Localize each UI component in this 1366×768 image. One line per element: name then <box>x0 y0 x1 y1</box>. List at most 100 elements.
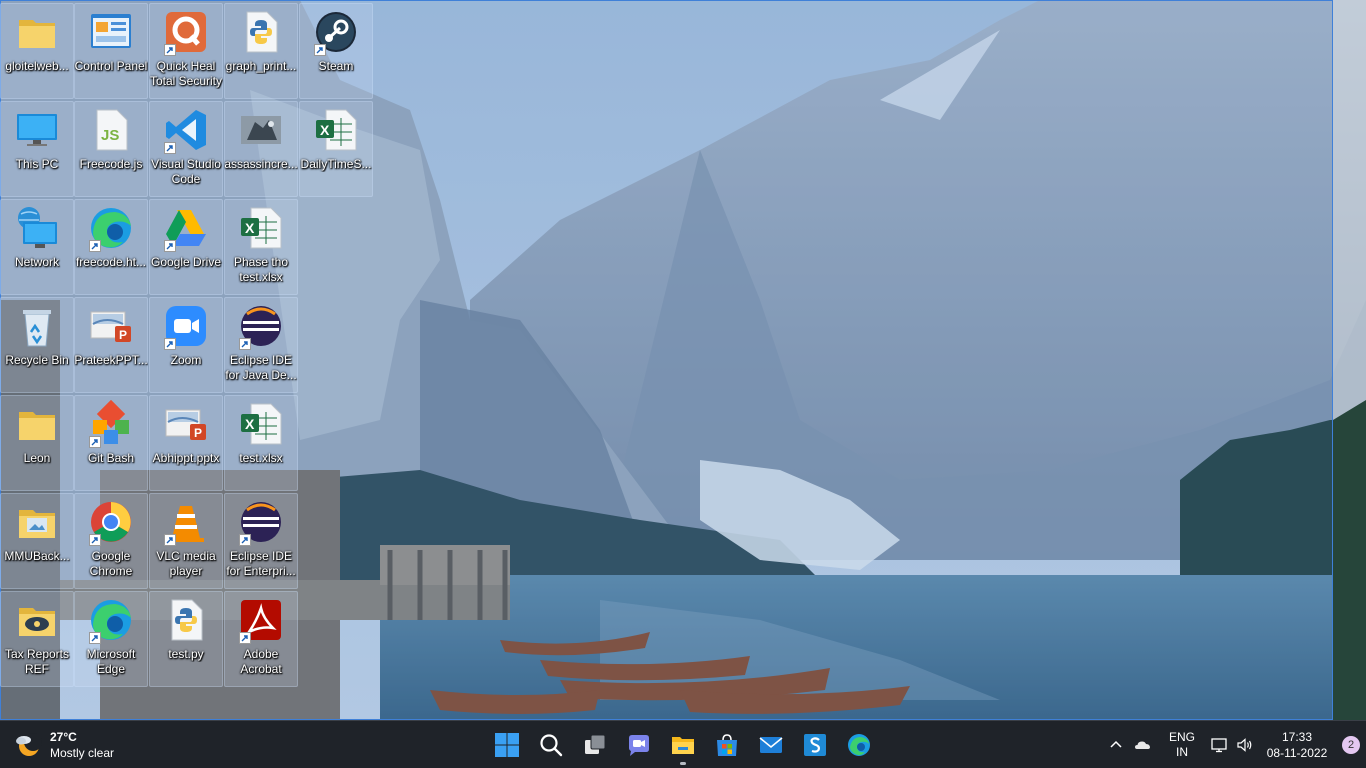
edge-button[interactable] <box>839 725 879 765</box>
steam-icon <box>312 8 360 56</box>
mail-button[interactable] <box>751 725 791 765</box>
desktop-icon-steam[interactable]: Steam <box>299 3 373 99</box>
desktop-icon-label: Git Bash <box>87 451 135 465</box>
weather-condition: Mostly clear <box>50 746 115 760</box>
desktop-icon-abhippt-pptx[interactable]: P Abhippt.pptx <box>149 395 223 491</box>
search-icon <box>540 734 563 757</box>
desktop-icon-label: Freecode.js <box>79 157 143 171</box>
shortcut-arrow-icon <box>89 534 101 546</box>
svg-text:X: X <box>320 122 330 138</box>
desktop-icon-recycle-bin[interactable]: Recycle Bin <box>0 297 74 393</box>
svg-text:P: P <box>119 328 127 342</box>
pinned-app-s-button[interactable] <box>795 725 835 765</box>
chrome-icon <box>87 498 135 546</box>
shortcut-arrow-icon <box>89 436 101 448</box>
desktop-icon-label: Eclipse IDE for Enterpri... <box>226 549 296 578</box>
game-icon <box>237 106 285 154</box>
recycle-bin-icon <box>13 302 61 350</box>
folder-icon <box>13 400 61 448</box>
language-indicator[interactable]: ENG IN <box>1158 721 1206 768</box>
desktop-icon-label: Steam <box>318 59 354 73</box>
desktop-icon-label: Eclipse IDE for Java De... <box>225 353 297 382</box>
google-drive-icon <box>162 204 210 252</box>
shortcut-arrow-icon <box>239 338 251 350</box>
desktop-icon-test-py[interactable]: test.py <box>149 591 223 687</box>
desktop-icon-leon[interactable]: Leon <box>0 395 74 491</box>
file-explorer-icon <box>672 737 694 754</box>
git-bash-icon <box>87 400 135 448</box>
store-icon <box>717 734 737 756</box>
volume-icon <box>1237 738 1252 752</box>
this-pc-icon <box>13 106 61 154</box>
desktop-icon-microsoft-edge[interactable]: Microsoft Edge <box>74 591 148 687</box>
store-button[interactable] <box>707 725 747 765</box>
onedrive-tray-button[interactable] <box>1128 721 1158 768</box>
desktop-icon-label: Google Chrome <box>89 549 133 578</box>
desktop-icon-this-pc[interactable]: This PC <box>0 101 74 197</box>
desktop-icon-quick-heal-total-security[interactable]: Quick Heal Total Security <box>149 3 223 99</box>
desktop-icon-prateekppt[interactable]: P PrateekPPT... <box>74 297 148 393</box>
desktop-icon-mmuback[interactable]: MMUBack... <box>0 493 74 589</box>
search-button[interactable] <box>531 725 571 765</box>
control-panel-icon <box>87 8 135 56</box>
desktop-icon-tax-reports-ref[interactable]: Tax Reports REF <box>0 591 74 687</box>
desktop-icon-label: Zoom <box>170 353 202 367</box>
shortcut-arrow-icon <box>164 44 176 56</box>
network-tray-button[interactable] <box>1206 721 1232 768</box>
desktop-icon-label: Recycle Bin <box>5 353 69 367</box>
shortcut-arrow-icon <box>239 534 251 546</box>
desktop-icon-git-bash[interactable]: Git Bash <box>74 395 148 491</box>
desktop-icon-label: This PC <box>15 157 59 171</box>
eclipse-icon <box>237 302 285 350</box>
desktop-icon-eclipse-ide-for-enterpri[interactable]: Eclipse IDE for Enterpri... <box>224 493 298 589</box>
desktop-icon-graph-print[interactable]: graph_print... <box>224 3 298 99</box>
start-button[interactable] <box>487 725 527 765</box>
desktop-icon-freecode-js[interactable]: JS Freecode.js <box>74 101 148 197</box>
taskbar-apps <box>487 725 879 765</box>
desktop-icon-zoom[interactable]: Zoom <box>149 297 223 393</box>
desktop-icon-freecode-ht[interactable]: freecode.ht... <box>74 199 148 295</box>
desktop[interactable]: gloitelweb... Control Panel Quick Heal Tot… <box>0 0 1366 720</box>
task-view-button[interactable] <box>575 725 615 765</box>
quick-heal-icon <box>162 8 210 56</box>
shortcut-arrow-icon <box>314 44 326 56</box>
desktop-icon-label: Abhippt.pptx <box>152 451 220 465</box>
desktop-icon-label: Google Drive <box>150 255 222 269</box>
task-view-icon <box>585 734 606 754</box>
desktop-icon-phase-tho-test-xlsx[interactable]: X Phase tho test.xlsx <box>224 199 298 295</box>
desktop-icon-label: Adobe Acrobat <box>240 647 282 676</box>
system-tray: ENG IN 17:33 08-11-2022 2 <box>1104 721 1366 768</box>
desktop-icon-visual-studio-code[interactable]: Visual Studio Code <box>149 101 223 197</box>
zoom-icon <box>162 302 210 350</box>
volume-tray-button[interactable] <box>1232 721 1258 768</box>
svg-text:X: X <box>245 220 255 236</box>
weather-widget[interactable]: 27°C Mostly clear <box>14 727 114 763</box>
desktop-icon-gloitelweb[interactable]: gloitelweb... <box>0 3 74 99</box>
notification-badge: 2 <box>1342 736 1360 754</box>
powerpoint-file-icon: P <box>162 400 210 448</box>
desktop-icon-adobe-acrobat[interactable]: Adobe Acrobat <box>224 591 298 687</box>
desktop-icon-control-panel[interactable]: Control Panel <box>74 3 148 99</box>
show-hidden-icons-button[interactable] <box>1104 721 1128 768</box>
clock[interactable]: 17:33 08-11-2022 <box>1258 721 1336 768</box>
desktop-icon-eclipse-ide-for-java-de[interactable]: Eclipse IDE for Java De... <box>224 297 298 393</box>
shortcut-arrow-icon <box>89 632 101 644</box>
language-code: ENG <box>1168 730 1195 744</box>
desktop-icon-label: test.xlsx <box>239 451 283 465</box>
teams-chat-icon <box>629 735 649 756</box>
desktop-icon-assassincre[interactable]: assassincre... <box>224 101 298 197</box>
edge-html-icon <box>87 204 135 252</box>
file-explorer-button[interactable] <box>663 725 703 765</box>
clock-date: 08-11-2022 <box>1266 746 1328 760</box>
chat-button[interactable] <box>619 725 659 765</box>
desktop-icon-google-drive[interactable]: Google Drive <box>149 199 223 295</box>
desktop-icon-dailytimes[interactable]: X DailyTimeS... <box>299 101 373 197</box>
desktop-icon-google-chrome[interactable]: Google Chrome <box>74 493 148 589</box>
shortcut-arrow-icon <box>89 240 101 252</box>
svg-text:P: P <box>194 426 202 440</box>
desktop-icon-test-xlsx[interactable]: Xtest.xlsx <box>224 395 298 491</box>
desktop-icon-network[interactable]: Network <box>0 199 74 295</box>
desktop-icon-vlc-media-player[interactable]: VLC media player <box>149 493 223 589</box>
clock-time: 17:33 <box>1281 730 1313 744</box>
notification-center-button[interactable]: 2 <box>1336 721 1366 768</box>
